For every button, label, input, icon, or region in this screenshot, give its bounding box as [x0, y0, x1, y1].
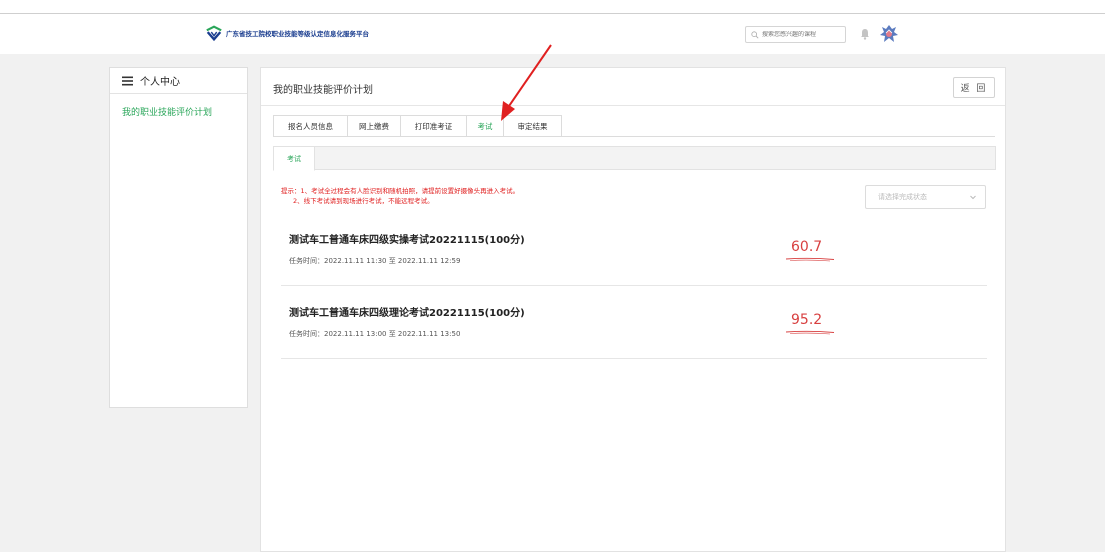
tab-bar: 报名人员信息 网上缴费 打印准考证 考试 审定结果: [273, 115, 562, 137]
exam-time: 任务时间：2022.11.11 11:30 至 2022.11.11 12:59: [289, 257, 461, 265]
sidebar-title: 个人中心: [140, 77, 180, 88]
chevron-down-icon: [970, 195, 976, 200]
main-panel: 我的职业技能评价计划 返 回 报名人员信息 网上缴费 打印准考证 考试 审定结果…: [260, 67, 1006, 552]
exam-name: 测试车工普通车床四级理论考试20221115(100分): [289, 308, 525, 319]
tab-exam[interactable]: 考试: [467, 115, 504, 137]
tabs-divider: [273, 136, 995, 137]
tab-review-result[interactable]: 审定结果: [504, 115, 562, 137]
logo-icon: [206, 25, 222, 42]
sidebar: 个人中心 我的职业技能评价计划: [109, 67, 248, 408]
search-box[interactable]: [745, 26, 846, 43]
notice-line-1: 提示：1、考试全过程会有人脸识别和随机拍照，请提前设置好摄像头再进入考试。: [281, 187, 520, 195]
notice-line-2: 2、线下考试请到现场进行考试，不能远程考试。: [293, 197, 434, 205]
site-header: 广东省技工院校职业技能等级认定信息化服务平台: [0, 14, 1105, 54]
search-icon: [751, 30, 759, 38]
page-title: 我的职业技能评价计划: [273, 85, 373, 96]
tab-online-payment[interactable]: 网上缴费: [348, 115, 401, 137]
title-divider: [261, 105, 1005, 106]
sidebar-item-evaluation-plan[interactable]: 我的职业技能评价计划: [110, 94, 247, 118]
back-button[interactable]: 返 回: [953, 77, 995, 98]
score-underline: [785, 330, 835, 335]
search-input[interactable]: [762, 31, 842, 38]
exam-item[interactable]: 测试车工普通车床四级实操考试20221115(100分) 任务时间：2022.1…: [281, 211, 987, 286]
exam-time: 任务时间：2022.11.11 13:00 至 2022.11.11 13:50: [289, 330, 461, 338]
avatar[interactable]: [879, 24, 899, 44]
score-underline: [785, 257, 835, 262]
exam-score: 60.7: [791, 239, 823, 255]
logo-text: 广东省技工院校职业技能等级认定信息化服务平台: [226, 30, 369, 38]
exam-name: 测试车工普通车床四级实操考试20221115(100分): [289, 235, 525, 246]
exam-notice: 提示：1、考试全过程会有人脸识别和随机拍照，请提前设置好摄像头再进入考试。 2、…: [281, 186, 519, 206]
tab-print-admission[interactable]: 打印准考证: [401, 115, 467, 137]
sub-tab-exam[interactable]: 考试: [273, 146, 315, 171]
exam-item[interactable]: 测试车工普通车床四级理论考试20221115(100分) 任务时间：2022.1…: [281, 284, 987, 359]
tab-applicant-info[interactable]: 报名人员信息: [273, 115, 348, 137]
site-logo[interactable]: 广东省技工院校职业技能等级认定信息化服务平台: [205, 24, 369, 42]
sub-tab-bar: 考试: [273, 146, 996, 171]
sidebar-header: 个人中心: [110, 68, 247, 94]
menu-icon[interactable]: [122, 76, 133, 86]
bell-icon[interactable]: [860, 28, 870, 40]
exam-score: 95.2: [791, 312, 823, 328]
status-select-placeholder: 请选择完成状态: [878, 193, 927, 201]
status-select[interactable]: 请选择完成状态: [865, 185, 986, 209]
